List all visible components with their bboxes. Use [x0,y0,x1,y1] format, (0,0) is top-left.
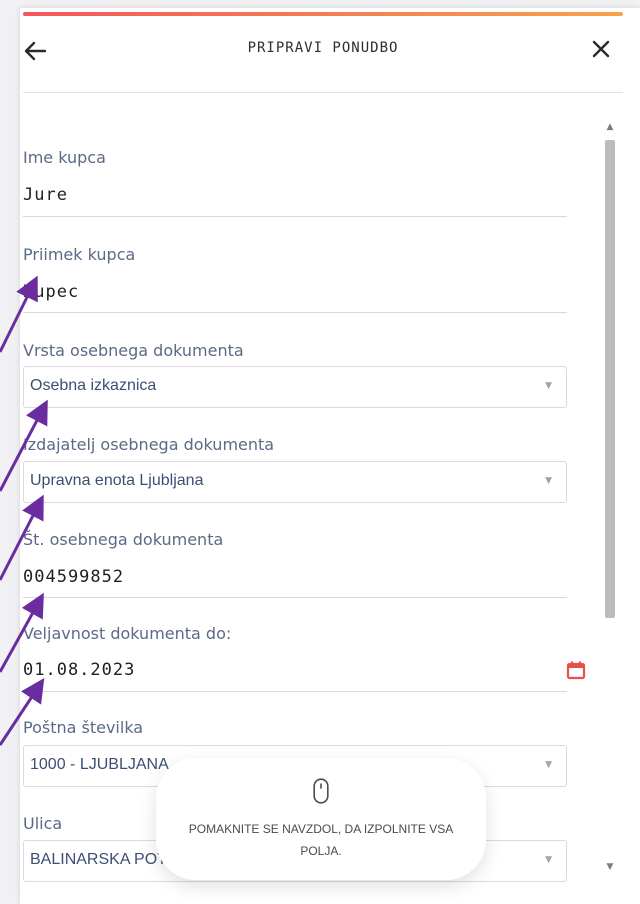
last-name-input[interactable]: Kupec [23,282,79,302]
document-number-underline [23,597,567,598]
document-issuer-label: Izdajatelj osebnega dokumenta [23,435,275,454]
chevron-down-icon: ▼ [545,381,552,391]
first-name-input[interactable]: Jure [23,185,68,205]
document-issuer-value: Upravna enota Ljubljana [30,472,204,489]
postal-code-value: 1000 - LJUBLJANA [30,756,169,773]
chevron-down-icon: ▼ [545,760,552,770]
accent-bar [23,12,623,16]
mouse-icon [313,778,329,804]
street-label: Ulica [23,814,63,833]
last-name-underline [23,312,567,313]
postal-code-label: Poštna številka [23,718,144,737]
first-name-underline [23,216,567,217]
calendar-icon[interactable] [566,660,586,680]
scroll-thumb[interactable] [605,140,615,618]
document-type-label: Vrsta osebnega dokumenta [23,341,244,360]
close-button[interactable] [589,37,619,67]
valid-until-input[interactable]: 01.08.2023 [23,660,135,680]
first-name-label: Ime kupca [23,148,106,167]
document-type-select[interactable]: Osebna izkaznica ▼ [23,366,567,408]
scroll-hint-toast: POMAKNITE SE NAVZDOL, DA IZPOLNITE VSA P… [156,758,486,880]
valid-until-underline [23,691,567,692]
chevron-down-icon: ▼ [545,476,552,486]
scroll-down-arrow-icon[interactable]: ▼ [603,862,617,872]
document-number-label: Št. osebnega dokumenta [23,530,224,549]
close-icon [592,40,610,58]
scroll-hint-text: POMAKNITE SE NAVZDOL, DA IZPOLNITE VSA P… [188,822,454,858]
document-number-input[interactable]: 004599852 [23,567,124,587]
form-scrollbar[interactable]: ▲ ▼ [603,122,617,882]
document-issuer-select[interactable]: Upravna enota Ljubljana ▼ [23,461,567,503]
page-title: PRIPRAVI PONUDBO [247,40,399,56]
chevron-down-icon: ▼ [545,855,552,865]
scroll-up-arrow-icon[interactable]: ▲ [603,122,617,132]
valid-until-label: Veljavnost dokumenta do: [23,624,232,643]
form-header: PRIPRAVI PONUDBO [23,22,623,93]
document-type-value: Osebna izkaznica [30,377,157,394]
street-value: BALINARSKA POT [30,851,167,868]
last-name-label: Priimek kupca [23,245,136,264]
